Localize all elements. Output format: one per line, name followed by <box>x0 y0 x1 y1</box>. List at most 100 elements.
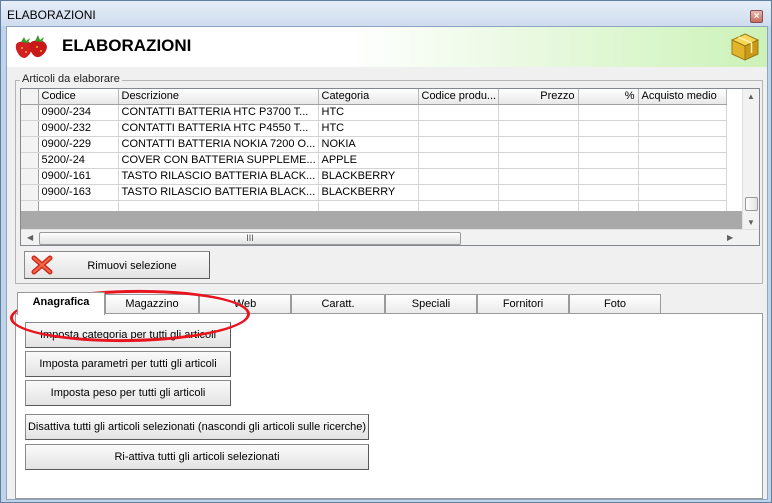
deactivate-articles-button[interactable]: Disattiva tutti gli articoli selezionati… <box>25 414 369 440</box>
table-cell[interactable] <box>418 152 499 169</box>
table-cell[interactable] <box>638 152 727 169</box>
anagrafica-tab-panel: Imposta categoria per tutti gli articoli… <box>15 313 763 499</box>
table-cell[interactable] <box>418 120 499 137</box>
table-cell[interactable] <box>498 168 579 185</box>
remove-selection-label: Rimuovi selezione <box>87 260 177 272</box>
table-cell[interactable] <box>418 136 499 153</box>
tab-fornitori[interactable]: Fornitori <box>477 294 569 314</box>
tab-speciali[interactable]: Speciali <box>385 294 477 314</box>
table-cell[interactable] <box>638 136 727 153</box>
table-row[interactable]: 0900/-161 TASTO RILASCIO BATTERIA BLACK..… <box>21 168 727 185</box>
table-cell[interactable]: 0900/-163 <box>38 184 119 201</box>
table-cell[interactable] <box>418 184 499 201</box>
table-cell[interactable]: HTC <box>318 104 419 121</box>
table-cell[interactable] <box>578 168 639 185</box>
scroll-left-arrow-icon[interactable]: ◀ <box>27 233 33 242</box>
table-cell[interactable] <box>578 104 639 121</box>
tab-web[interactable]: Web <box>199 294 291 314</box>
table-cell[interactable]: 5200/-24 <box>38 152 119 169</box>
column-header[interactable]: Codice produ... <box>418 89 499 105</box>
window-title: ELABORAZIONI <box>7 8 96 22</box>
table-cell[interactable] <box>418 104 499 121</box>
table-cell[interactable]: 0900/-234 <box>38 104 119 121</box>
table-cell[interactable]: HTC <box>318 120 419 137</box>
column-header[interactable]: Acquisto medio <box>638 89 727 105</box>
vertical-scrollbar[interactable]: ▲ ▼ <box>742 89 759 229</box>
strawberry-icon <box>15 35 47 58</box>
articles-group-legend: Articoli da elaborare <box>20 73 122 85</box>
header-title: ELABORAZIONI <box>62 36 192 55</box>
client-area: ELABORAZIONI Articoli da elaborare Codic… <box>6 26 768 500</box>
title-bar[interactable]: ELABORAZIONI × <box>1 1 771 26</box>
grid-empty-area <box>21 211 742 229</box>
table-cell[interactable]: 0900/-232 <box>38 120 119 137</box>
table-cell[interactable] <box>498 136 579 153</box>
table-cell[interactable] <box>638 104 727 121</box>
table-row[interactable]: 5200/-24 COVER CON BATTERIA SUPPLEME... AP… <box>21 152 727 169</box>
elaborazioni-window: ELABORAZIONI × ELABORAZIONI Articoli da … <box>0 0 772 503</box>
table-cell[interactable]: NOKIA <box>318 136 419 153</box>
table-cell[interactable]: CONTATTI BATTERIA HTC P4550 T... <box>118 120 319 137</box>
table-cell[interactable] <box>578 136 639 153</box>
table-cell[interactable] <box>638 184 727 201</box>
set-parameters-button[interactable]: Imposta parametri per tutti gli articoli <box>25 351 231 377</box>
table-cell[interactable] <box>418 168 499 185</box>
tab-caratt[interactable]: Caratt. <box>291 294 385 314</box>
column-header[interactable]: Categoria <box>318 89 419 105</box>
table-cell[interactable] <box>578 184 639 201</box>
table-cell[interactable] <box>638 120 727 137</box>
column-header[interactable]: % <box>578 89 639 105</box>
column-header[interactable]: Prezzo <box>498 89 579 105</box>
table-cell[interactable] <box>498 184 579 201</box>
horizontal-scroll-thumb[interactable]: III <box>39 232 461 245</box>
table-cell[interactable] <box>638 168 727 185</box>
table-cell[interactable]: TASTO RILASCIO BATTERIA BLACK... <box>118 168 319 185</box>
articles-group: Articoli da elaborare Codice Descrizione… <box>15 73 763 284</box>
tab-anagrafica[interactable]: Anagrafica <box>17 292 105 315</box>
table-cell[interactable] <box>498 152 579 169</box>
table-cell[interactable]: BLACKBERRY <box>318 184 419 201</box>
table-cell[interactable]: 0900/-229 <box>38 136 119 153</box>
table-cell[interactable]: CONTATTI BATTERIA NOKIA 7200 O... <box>118 136 319 153</box>
table-cell[interactable] <box>498 104 579 121</box>
tab-strip: Anagrafica Magazzino Web Caratt. Special… <box>15 292 763 315</box>
table-cell[interactable]: COVER CON BATTERIA SUPPLEME... <box>118 152 319 169</box>
table-row[interactable]: 0900/-234 CONTATTI BATTERIA HTC P3700 T..… <box>21 104 727 121</box>
scroll-up-arrow-icon[interactable]: ▲ <box>747 92 755 101</box>
table-row[interactable]: 0900/-232 CONTATTI BATTERIA HTC P4550 T..… <box>21 120 727 137</box>
table-row[interactable]: 0900/-163 TASTO RILASCIO BATTERIA BLACK..… <box>21 184 727 201</box>
remove-selection-button[interactable]: Rimuovi selezione <box>24 251 210 279</box>
tab-foto[interactable]: Foto <box>569 294 661 314</box>
scroll-right-arrow-icon[interactable]: ▶ <box>727 233 733 242</box>
table-row[interactable]: 0900/-229 CONTATTI BATTERIA NOKIA 7200 O.… <box>21 136 727 153</box>
tab-magazzino[interactable]: Magazzino <box>105 294 199 314</box>
reactivate-articles-button[interactable]: Ri-attiva tutti gli articoli selezionati <box>25 444 369 470</box>
table-cell[interactable]: 0900/-161 <box>38 168 119 185</box>
row-header[interactable] <box>21 152 39 169</box>
row-header[interactable] <box>21 120 39 137</box>
header-banner: ELABORAZIONI <box>7 27 767 67</box>
table-cell[interactable]: CONTATTI BATTERIA HTC P3700 T... <box>118 104 319 121</box>
close-button[interactable]: × <box>750 10 763 23</box>
row-header[interactable] <box>21 184 39 201</box>
row-header[interactable] <box>21 168 39 185</box>
set-category-button[interactable]: Imposta categoria per tutti gli articoli <box>25 322 231 348</box>
table-cell[interactable] <box>498 120 579 137</box>
horizontal-scrollbar[interactable]: ◀ III ▶ <box>21 229 759 245</box>
row-header-corner <box>21 89 39 105</box>
row-header[interactable] <box>21 136 39 153</box>
table-header-row: Codice Descrizione Categoria Codice prod… <box>21 89 727 105</box>
column-header[interactable]: Codice <box>38 89 119 105</box>
vertical-scroll-thumb[interactable] <box>745 197 758 211</box>
table-cell[interactable] <box>578 120 639 137</box>
set-weight-button[interactable]: Imposta peso per tutti gli articoli <box>25 380 231 406</box>
red-x-icon <box>31 255 53 275</box>
row-header[interactable] <box>21 104 39 121</box>
column-header[interactable]: Descrizione <box>118 89 319 105</box>
table-cell[interactable]: TASTO RILASCIO BATTERIA BLACK... <box>118 184 319 201</box>
table-cell[interactable] <box>578 152 639 169</box>
table-cell[interactable]: BLACKBERRY <box>318 168 419 185</box>
scroll-down-arrow-icon[interactable]: ▼ <box>747 218 755 227</box>
articles-grid[interactable]: Codice Descrizione Categoria Codice prod… <box>20 88 760 246</box>
table-cell[interactable]: APPLE <box>318 152 419 169</box>
